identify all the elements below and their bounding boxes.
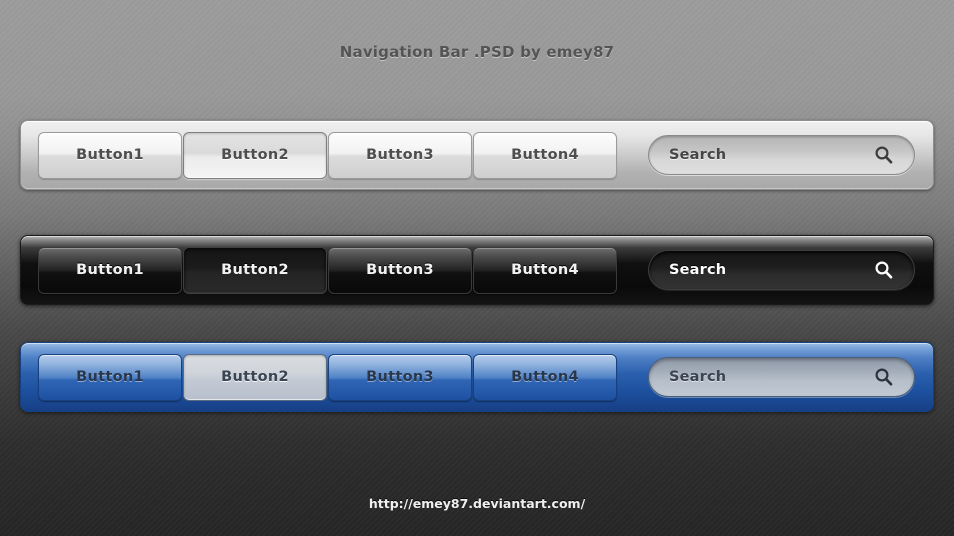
nav-button-blue-3[interactable]: Button3 <box>328 353 472 401</box>
nav-button-light-2[interactable]: Button2 <box>183 131 327 179</box>
search-placeholder-blue: Search <box>669 369 727 385</box>
nav-button-blue-2[interactable]: Button2 <box>183 353 327 401</box>
page-title: Navigation Bar .PSD by emey87 <box>339 43 615 61</box>
nav-button-blue-4[interactable]: Button4 <box>473 353 617 401</box>
magnifier-icon[interactable] <box>874 145 894 165</box>
search-field-dark[interactable]: Search <box>648 250 915 290</box>
magnifier-icon[interactable] <box>874 367 894 387</box>
nav-button-dark-4[interactable]: Button4 <box>473 246 617 294</box>
nav-button-light-3[interactable]: Button3 <box>328 131 472 179</box>
navigation-bar-dark: Button1 Button2 Button3 Button4 Search <box>20 235 934 305</box>
button-group-light: Button1 Button2 Button3 Button4 <box>38 131 618 179</box>
search-field-light[interactable]: Search <box>648 135 915 175</box>
search-placeholder-light: Search <box>669 147 727 163</box>
preview-canvas: Navigation Bar .PSD by emey87 Button1 Bu… <box>0 0 954 536</box>
nav-button-light-4[interactable]: Button4 <box>473 131 617 179</box>
nav-button-dark-1[interactable]: Button1 <box>38 246 182 294</box>
navigation-bar-blue: Button1 Button2 Button3 Button4 Search <box>20 342 934 412</box>
search-field-blue[interactable]: Search <box>648 357 915 397</box>
navigation-bar-light: Button1 Button2 Button3 Button4 Search <box>20 120 934 190</box>
search-placeholder-dark: Search <box>669 262 727 278</box>
nav-button-blue-1[interactable]: Button1 <box>38 353 182 401</box>
button-group-blue: Button1 Button2 Button3 Button4 <box>38 353 618 401</box>
nav-button-dark-3[interactable]: Button3 <box>328 246 472 294</box>
footer-url[interactable]: http://emey87.deviantart.com/ <box>0 496 954 511</box>
magnifier-icon[interactable] <box>874 260 894 280</box>
button-group-dark: Button1 Button2 Button3 Button4 <box>38 246 618 294</box>
nav-button-dark-2[interactable]: Button2 <box>183 246 327 294</box>
nav-button-light-1[interactable]: Button1 <box>38 131 182 179</box>
